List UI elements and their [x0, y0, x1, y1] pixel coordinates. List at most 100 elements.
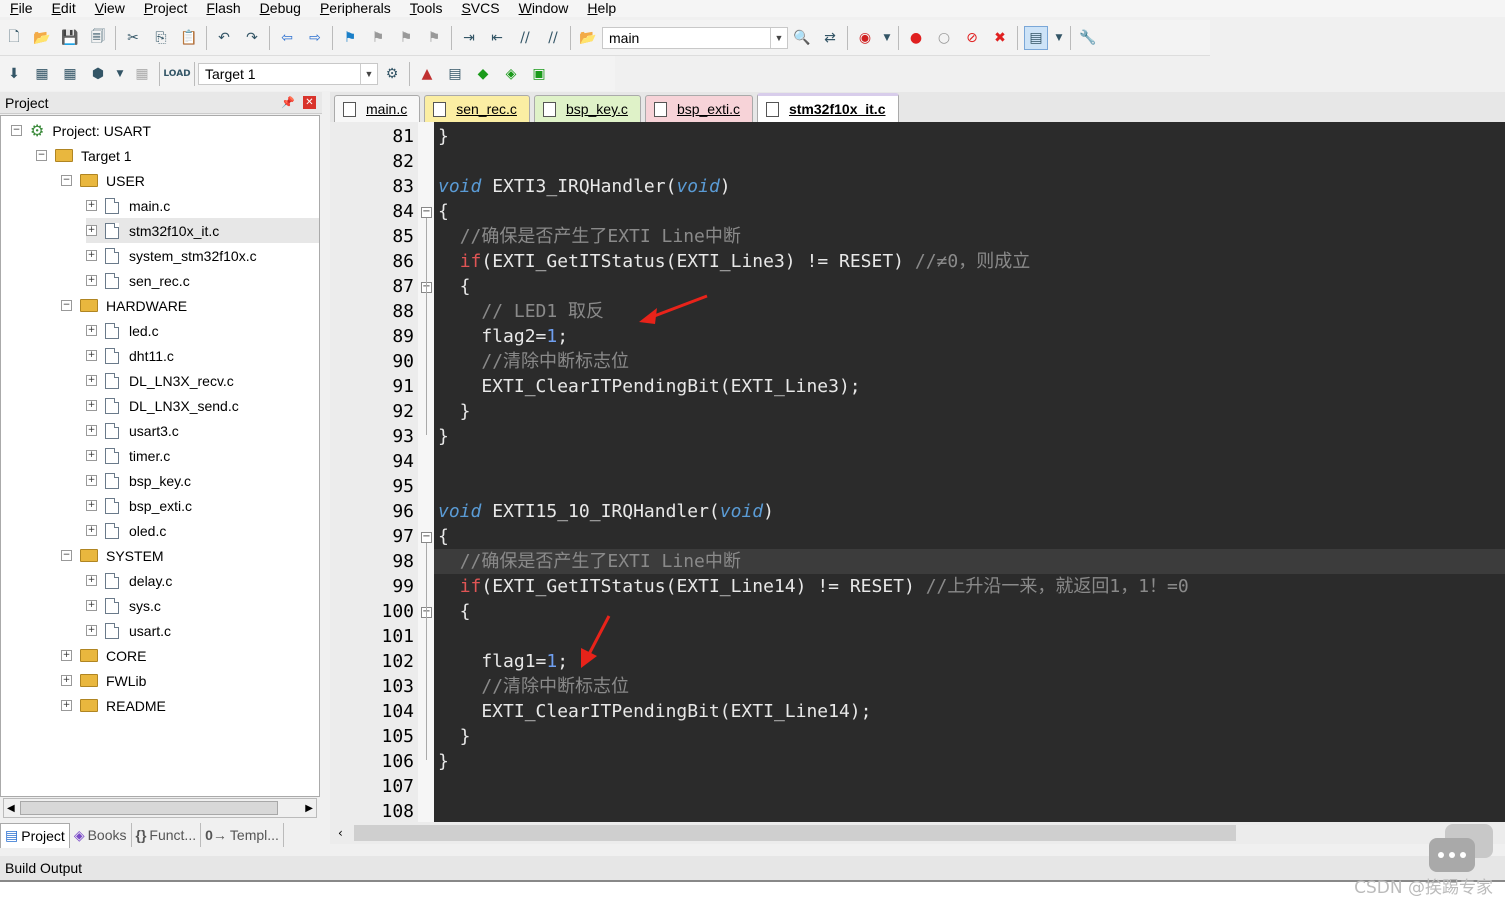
- tree-item-file[interactable]: + delay.c: [86, 568, 172, 593]
- cut-icon[interactable]: ✂: [122, 27, 144, 49]
- expand-icon[interactable]: +: [86, 250, 97, 261]
- panel-tab-project[interactable]: ▤ Project: [0, 822, 70, 848]
- menu-item-debug[interactable]: Debug: [250, 0, 310, 17]
- scroll-left-icon[interactable]: ◀: [4, 803, 15, 814]
- tree-item-file[interactable]: + timer.c: [86, 443, 170, 468]
- expand-icon[interactable]: +: [86, 475, 97, 486]
- bookmark-icon[interactable]: ⚑: [339, 27, 361, 49]
- run-time-env-icon[interactable]: ▣: [528, 63, 550, 85]
- code-line[interactable]: //确保是否产生了EXTI Line中断: [438, 549, 741, 574]
- expand-icon[interactable]: +: [86, 425, 97, 436]
- replace-icon[interactable]: ⇄: [819, 27, 841, 49]
- expand-icon[interactable]: +: [86, 500, 97, 511]
- panel-tab-funct[interactable]: {} Funct...: [132, 823, 202, 847]
- menu-item-svcs[interactable]: SVCS: [451, 0, 508, 17]
- editor-horizontal-scrollbar[interactable]: ‹: [330, 822, 1505, 844]
- scrollbar-thumb[interactable]: [20, 801, 278, 815]
- code-line[interactable]: }: [438, 124, 449, 149]
- download-load-icon[interactable]: LOAD: [163, 63, 190, 85]
- menu-item-peripherals[interactable]: Peripherals: [310, 0, 400, 17]
- scrollbar-thumb[interactable]: [354, 825, 1236, 841]
- menu-item-window[interactable]: Window: [509, 0, 578, 17]
- code-line[interactable]: if(EXTI_GetITStatus(EXTI_Line3) != RESET…: [438, 249, 1031, 274]
- code-line[interactable]: {: [438, 274, 471, 299]
- code-line[interactable]: {: [438, 524, 449, 549]
- chevron-down-icon[interactable]: ▼: [1054, 27, 1064, 49]
- expand-icon[interactable]: +: [86, 400, 97, 411]
- code-line[interactable]: // LED1 取反: [438, 299, 604, 324]
- configure-icon[interactable]: 🔧: [1077, 27, 1099, 49]
- code-line[interactable]: {: [438, 599, 471, 624]
- tree-item-project[interactable]: − ⚙ Project: USART: [11, 118, 151, 143]
- batch-build-icon[interactable]: ⬢: [87, 63, 109, 85]
- fold-toggle-icon[interactable]: −: [421, 532, 432, 543]
- indent-icon[interactable]: ⇥: [458, 27, 480, 49]
- chevron-down-icon[interactable]: ▼: [770, 27, 787, 48]
- redo-icon[interactable]: ↷: [241, 27, 263, 49]
- menu-item-project[interactable]: Project: [134, 0, 197, 17]
- chevron-down-icon[interactable]: ▼: [360, 63, 377, 84]
- tree-item-file[interactable]: + bsp_key.c: [86, 468, 191, 493]
- bookmark-prev-icon[interactable]: ⚑: [367, 27, 389, 49]
- tab-main-c[interactable]: main.c: [334, 95, 421, 122]
- manage-components-icon[interactable]: ▲: [416, 63, 438, 85]
- chevron-down-icon[interactable]: ▼: [115, 63, 125, 85]
- paste-icon[interactable]: 📋: [178, 27, 200, 49]
- project-horizontal-scrollbar[interactable]: ◀ ▶: [3, 798, 317, 818]
- function-combo[interactable]: main ▼: [602, 26, 788, 49]
- tree-item-file[interactable]: + DL_LN3X_send.c: [86, 393, 239, 418]
- code-line[interactable]: }: [438, 724, 471, 749]
- code-line[interactable]: }: [438, 399, 471, 424]
- pack-installer-icon[interactable]: ◈: [500, 63, 522, 85]
- tree-item-file[interactable]: + oled.c: [86, 518, 166, 543]
- window-layout-icon[interactable]: ▤: [1024, 25, 1048, 50]
- code-editor[interactable]: 81} 82 83 void EXTI3_IRQHandler(void) 84−{85…: [330, 122, 1505, 822]
- code-line[interactable]: }: [438, 749, 449, 774]
- find-icon[interactable]: 🔍: [791, 27, 813, 49]
- code-line[interactable]: void EXTI3_IRQHandler(void): [438, 174, 731, 199]
- tree-item-target[interactable]: − Target 1: [36, 143, 132, 168]
- close-icon[interactable]: ✕: [303, 96, 316, 109]
- menu-item-flash[interactable]: Flash: [196, 0, 249, 17]
- code-line[interactable]: }: [438, 424, 449, 449]
- tree-item-folder[interactable]: + FWLib: [61, 668, 146, 693]
- code-line[interactable]: //清除中断标志位: [438, 674, 629, 699]
- tab-stm32f10x-it-c[interactable]: stm32f10x_it.c: [756, 93, 899, 122]
- tree-item-folder[interactable]: − SYSTEM: [61, 543, 164, 568]
- build-output-pane[interactable]: [0, 880, 1505, 906]
- tree-item-folder[interactable]: + CORE: [61, 643, 146, 668]
- panel-tab-templ[interactable]: 0→ Templ...: [201, 823, 284, 847]
- expand-icon[interactable]: +: [61, 675, 72, 686]
- select-packs-icon[interactable]: ◆: [472, 63, 494, 85]
- expand-icon[interactable]: +: [86, 625, 97, 636]
- expand-icon[interactable]: +: [86, 575, 97, 586]
- collapse-icon[interactable]: −: [61, 300, 72, 311]
- nav-back-icon[interactable]: ⇦: [276, 27, 298, 49]
- expand-icon[interactable]: +: [86, 225, 97, 236]
- code-line[interactable]: if(EXTI_GetITStatus(EXTI_Line14) != RESE…: [438, 574, 1189, 599]
- breakpoint-kill-all-icon[interactable]: ✖: [989, 27, 1011, 49]
- find-in-files-icon[interactable]: 📂: [577, 27, 599, 49]
- tree-item-folder[interactable]: − HARDWARE: [61, 293, 187, 318]
- code-line[interactable]: EXTI_ClearITPendingBit(EXTI_Line3);: [438, 374, 860, 399]
- breakpoint-enable-icon[interactable]: ○: [933, 27, 955, 49]
- code-line[interactable]: EXTI_ClearITPendingBit(EXTI_Line14);: [438, 699, 871, 724]
- code-line[interactable]: void EXTI15_10_IRQHandler(void): [438, 499, 774, 524]
- manage-project-items-icon[interactable]: ▤: [444, 63, 466, 85]
- debug-start-icon[interactable]: ◉: [854, 27, 876, 49]
- collapse-icon[interactable]: −: [36, 150, 47, 161]
- open-folder-icon[interactable]: 📂: [31, 27, 53, 49]
- tree-item-file[interactable]: + system_stm32f10x.c: [86, 243, 257, 268]
- tree-item-file[interactable]: + stm32f10x_it.c: [86, 218, 319, 243]
- expand-icon[interactable]: +: [86, 525, 97, 536]
- code-line[interactable]: {: [438, 199, 449, 224]
- tab-bsp-key-c[interactable]: bsp_key.c: [533, 95, 641, 122]
- tree-item-file[interactable]: + DL_LN3X_recv.c: [86, 368, 234, 393]
- build-icon[interactable]: ▦: [31, 63, 53, 85]
- new-file-icon[interactable]: 🗋: [3, 27, 25, 49]
- tree-item-file[interactable]: + dht11.c: [86, 343, 174, 368]
- expand-icon[interactable]: +: [61, 700, 72, 711]
- fold-toggle-icon[interactable]: −: [421, 207, 432, 218]
- expand-icon[interactable]: +: [61, 650, 72, 661]
- code-line[interactable]: flag2=1;: [438, 324, 568, 349]
